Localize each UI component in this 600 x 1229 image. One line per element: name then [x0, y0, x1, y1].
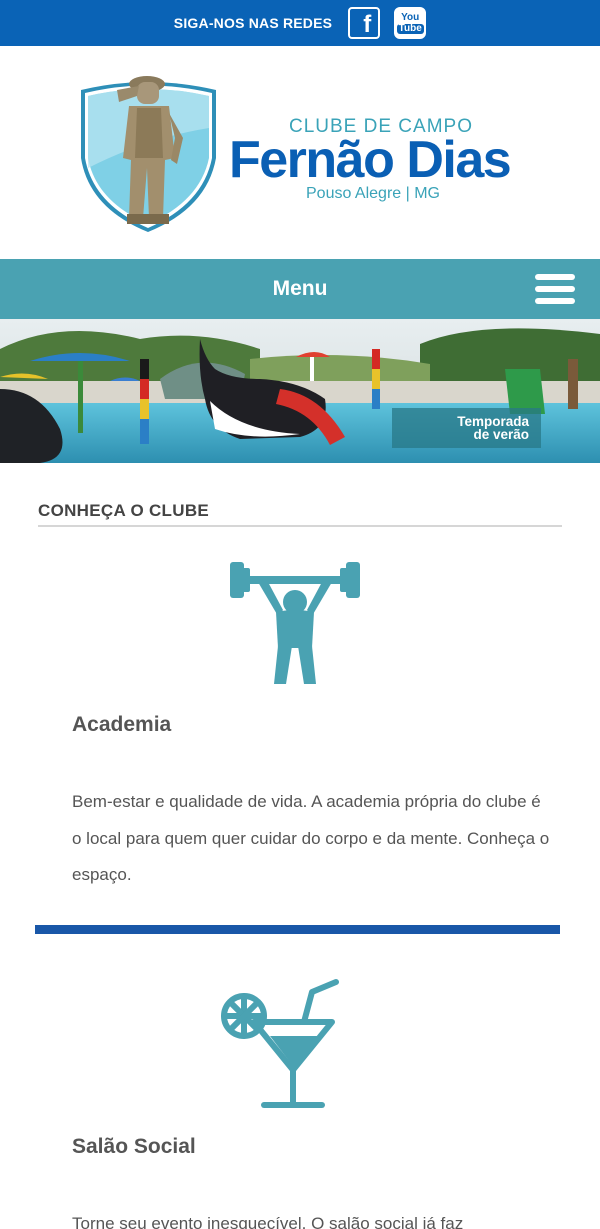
follow-label: SIGA-NOS NAS REDES — [173, 15, 333, 31]
weightlifter-icon — [230, 562, 360, 684]
social-bar: SIGA-NOS NAS REDES f You Tube — [0, 0, 600, 46]
section-title: CONHEÇA O CLUBE — [38, 501, 210, 520]
youtube-tube-text: Tube — [396, 22, 424, 34]
card-title-academia[interactable]: Academia — [72, 713, 171, 737]
brand-location: Pouso Alegre | MG — [306, 185, 440, 202]
card-divider — [35, 925, 560, 934]
crest-statue-icon — [81, 76, 216, 232]
section-rule — [38, 525, 562, 527]
card-title-salao-social[interactable]: Salão Social — [72, 1135, 196, 1159]
card-text-salao-social: Torne seu evento inesquecível. O salão s… — [72, 1214, 464, 1229]
facebook-icon[interactable]: f — [348, 7, 381, 39]
brand-name: Fernão Dias — [229, 131, 512, 189]
summer-season-banner[interactable]: Temporada de verão — [0, 319, 600, 463]
cocktail-icon — [221, 979, 339, 1108]
card-text-academia: Bem-estar e qualidade de vida. A academi… — [72, 792, 550, 884]
youtube-icon[interactable]: You Tube — [394, 7, 427, 39]
season-label-line-2: de verão — [473, 427, 529, 442]
hamburger-icon[interactable] — [535, 274, 575, 304]
season-label: Temporada de verão — [392, 408, 541, 448]
youtube-you-text: You — [401, 11, 420, 23]
menu-bar[interactable]: Menu — [0, 259, 600, 319]
site-header-logo[interactable]: CLUBE DE CAMPO Fernão Dias Pouso Alegre … — [0, 46, 600, 259]
menu-label[interactable]: Menu — [273, 277, 328, 301]
